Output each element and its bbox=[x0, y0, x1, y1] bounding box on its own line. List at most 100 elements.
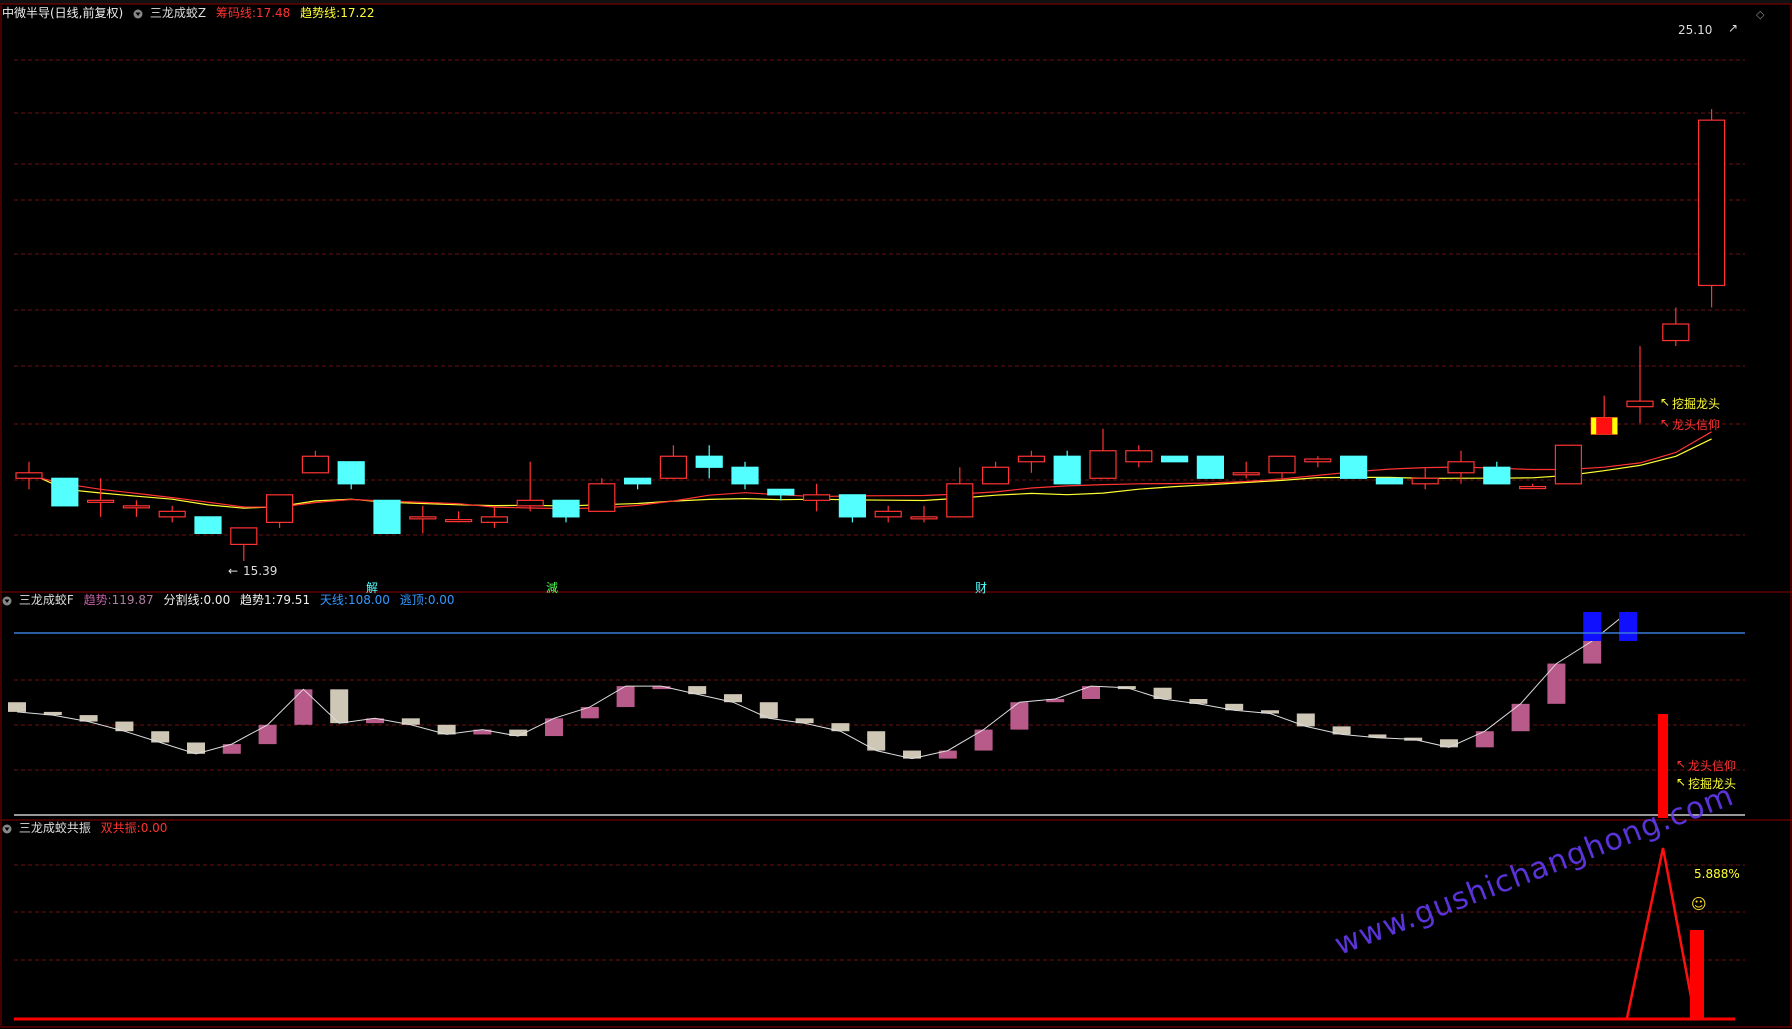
sub1-grid bbox=[14, 679, 1745, 771]
candle-body bbox=[337, 461, 365, 485]
diamond-icon[interactable]: ◇ bbox=[1756, 8, 1764, 21]
candle-body bbox=[1697, 119, 1726, 287]
trend-bar bbox=[330, 689, 349, 724]
indicator-name[interactable]: 三龙成蛟共振 bbox=[19, 821, 91, 835]
trend-bar bbox=[1547, 663, 1566, 704]
trend-bar bbox=[1332, 726, 1351, 735]
chevron-down-icon[interactable] bbox=[2, 596, 12, 606]
high-arrow-icon: ↗ bbox=[1728, 21, 1739, 35]
trend-bar bbox=[151, 731, 170, 743]
limit-up-candle-body bbox=[1596, 417, 1613, 435]
indicator-name[interactable]: 三龙成蛟Z bbox=[150, 6, 206, 20]
candle-body bbox=[194, 516, 222, 534]
candle-body bbox=[1339, 455, 1368, 479]
candle-body bbox=[588, 483, 616, 512]
trend1-line bbox=[16, 611, 1629, 760]
resonance-spike-line bbox=[1625, 847, 1697, 1019]
dig-dragon-arrow-icon: ↖ bbox=[1660, 395, 1671, 409]
candle-body bbox=[1447, 461, 1475, 474]
candle-body bbox=[874, 510, 902, 518]
escape-value: 0.00 bbox=[427, 593, 455, 607]
trend-bar bbox=[294, 689, 313, 725]
trend-bar bbox=[1475, 731, 1494, 748]
split-label: 分割线: bbox=[163, 593, 204, 607]
low-price-label: 15.39 bbox=[243, 564, 278, 578]
dig-dragon-arrow-icon: ↖ bbox=[1676, 775, 1687, 789]
trend-bar bbox=[545, 718, 563, 737]
candle-body bbox=[1268, 455, 1296, 474]
candle-body bbox=[623, 477, 652, 485]
candle-body bbox=[409, 516, 437, 520]
sub-panel-2-frame bbox=[0, 819, 1792, 1028]
candle-body bbox=[1304, 458, 1332, 463]
candle-body bbox=[1125, 450, 1153, 463]
candle-body bbox=[516, 499, 544, 507]
candle-body bbox=[946, 483, 974, 518]
candle-body bbox=[1089, 450, 1117, 479]
candle-body bbox=[86, 499, 115, 503]
trend-bar bbox=[1225, 703, 1244, 711]
trend-bar bbox=[1046, 699, 1065, 703]
limit-up-candle-outline bbox=[1591, 417, 1618, 435]
pct-label: 5.888% bbox=[1694, 867, 1740, 881]
candle-body bbox=[1483, 466, 1511, 485]
candle-body bbox=[1375, 477, 1404, 485]
chevron-down-icon[interactable] bbox=[2, 824, 12, 834]
trend-bar bbox=[652, 686, 671, 690]
candle-body bbox=[122, 505, 151, 509]
candle-body bbox=[230, 527, 258, 546]
smiley-icon: ☺ bbox=[1691, 895, 1707, 913]
trend-bar bbox=[688, 686, 707, 695]
sky-label: 天线: bbox=[319, 593, 348, 607]
candle-body bbox=[301, 455, 329, 474]
resonance-value: 0.00 bbox=[140, 821, 168, 835]
trend-bar bbox=[115, 721, 134, 732]
candle-body bbox=[981, 466, 1010, 485]
trend-bar bbox=[1440, 739, 1458, 748]
trend-line-label: 趋势线: bbox=[300, 6, 341, 20]
trend-bar bbox=[366, 718, 384, 724]
split-value: 0.00 bbox=[203, 593, 231, 607]
trend-bar bbox=[1511, 703, 1530, 732]
candlestick-series bbox=[15, 109, 1726, 561]
faith-dragon-arrow-icon: ↖ bbox=[1676, 757, 1687, 771]
trend-value: 119.87 bbox=[111, 593, 154, 607]
trend-bar bbox=[831, 723, 850, 732]
stock-name[interactable]: 中微半导(日线,前复权) bbox=[2, 6, 123, 20]
low-arrow-icon: ← bbox=[228, 564, 239, 578]
candle-body bbox=[1017, 455, 1046, 463]
trend-line bbox=[28, 438, 1712, 509]
trend-bar bbox=[1153, 687, 1172, 699]
trend-bar bbox=[79, 715, 98, 722]
chevron-down-icon[interactable] bbox=[133, 9, 143, 19]
escape-label: 逃顶: bbox=[399, 593, 428, 607]
resonance-bar bbox=[1690, 930, 1704, 1018]
candle-body bbox=[1662, 323, 1690, 342]
candle-body bbox=[1196, 455, 1225, 479]
escape-top-cap bbox=[1619, 612, 1637, 641]
trend-bar bbox=[724, 694, 742, 703]
candle-body bbox=[910, 516, 938, 520]
candle-body bbox=[1411, 477, 1439, 485]
indicator-name[interactable]: 三龙成蛟F bbox=[19, 593, 74, 607]
trend1-value: 79.51 bbox=[275, 593, 311, 607]
chip-line bbox=[28, 431, 1712, 510]
trend-bar bbox=[1296, 713, 1315, 727]
trend-bar bbox=[580, 707, 599, 719]
candle-body bbox=[838, 494, 867, 518]
trend-bar bbox=[1619, 612, 1637, 641]
candle-body bbox=[51, 477, 79, 507]
watermark: www.gushichanghong.com bbox=[1330, 777, 1739, 963]
chip-line-value: 17.48 bbox=[255, 6, 291, 20]
candle-body bbox=[1160, 455, 1189, 463]
trend-bar bbox=[938, 750, 957, 759]
trend-bar bbox=[258, 724, 277, 745]
trend-label: 趋势: bbox=[83, 593, 112, 607]
candle-body bbox=[445, 519, 473, 523]
marker-jian: 減 bbox=[546, 581, 559, 595]
signal-dragon-faith: 龙头信仰 bbox=[1672, 418, 1721, 432]
sub1-bar-series bbox=[8, 611, 1637, 760]
trend-bar bbox=[473, 729, 492, 735]
trend-bar bbox=[1189, 699, 1208, 704]
sub2-resonance-series bbox=[1625, 847, 1704, 1019]
